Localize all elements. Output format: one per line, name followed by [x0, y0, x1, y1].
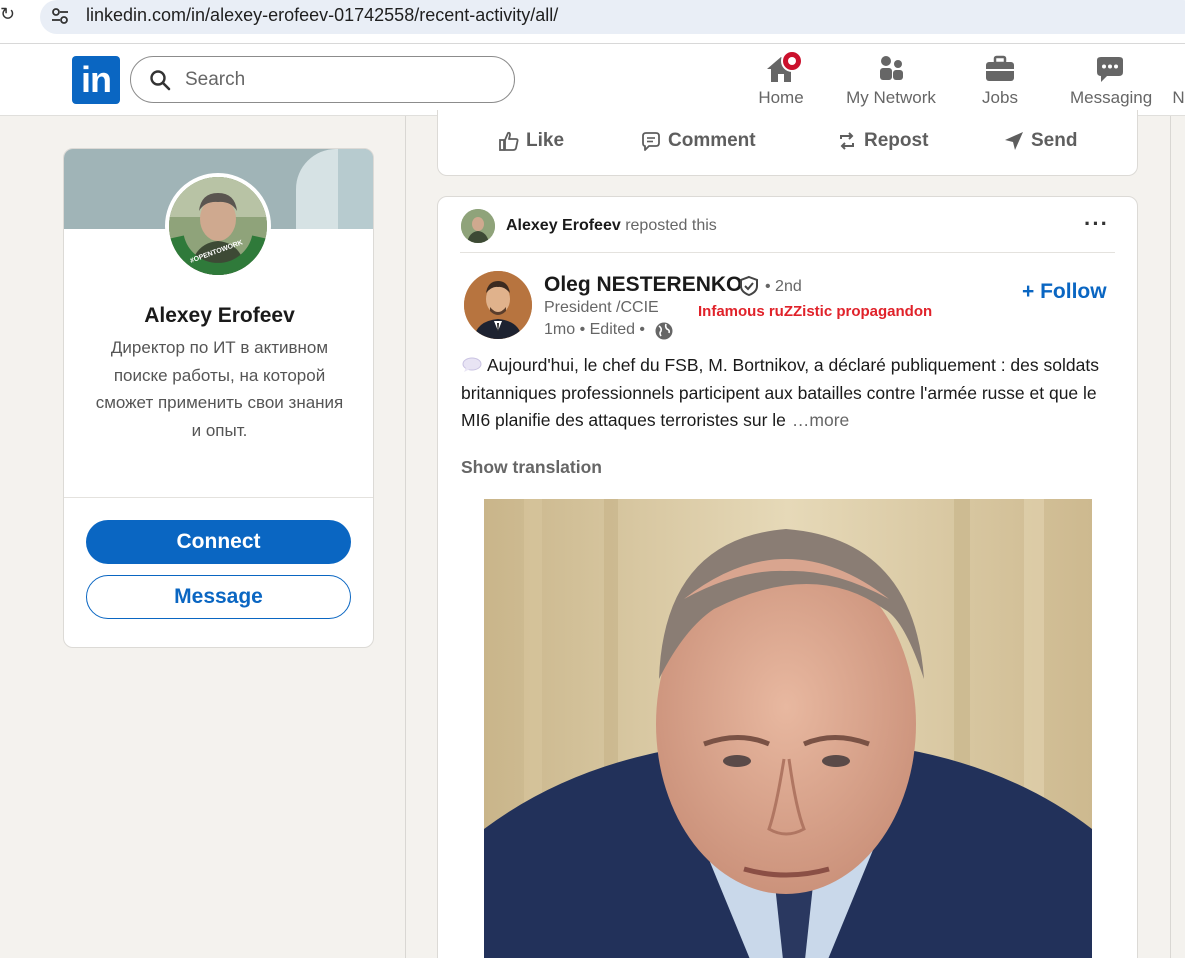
like-button[interactable]: Like: [498, 130, 564, 152]
globe-icon: [655, 322, 673, 340]
column-divider: [1170, 116, 1171, 958]
post-photo: [484, 499, 1092, 958]
search-input[interactable]: [185, 67, 485, 93]
post-image[interactable]: [484, 499, 1092, 958]
comment-icon: [642, 132, 660, 151]
nav-messaging-label: Messaging: [1070, 88, 1153, 107]
notification-badge: [781, 50, 803, 72]
nav-notifications[interactable]: N: [1172, 52, 1185, 112]
show-translation-link[interactable]: Show translation: [461, 457, 602, 478]
like-label: Like: [526, 130, 565, 151]
column-divider: [405, 116, 406, 958]
follow-button[interactable]: + Follow: [1022, 280, 1107, 304]
like-icon: [499, 131, 519, 151]
send-icon: [1005, 132, 1023, 150]
author-name[interactable]: Oleg NESTERENKO: [544, 273, 742, 297]
verified-icon: [740, 275, 758, 297]
divider: [460, 252, 1115, 253]
nav-my-network[interactable]: My Network: [844, 52, 938, 112]
reposter-avatar[interactable]: [461, 209, 495, 243]
search-icon: [150, 70, 171, 91]
nav-home[interactable]: Home: [755, 50, 807, 112]
reload-icon[interactable]: ↻: [0, 4, 15, 25]
nav-jobs-label: Jobs: [982, 88, 1018, 107]
message-button[interactable]: Message: [86, 575, 351, 619]
linkedin-logo[interactable]: in: [72, 56, 120, 104]
avatar-image: #OPENTOWORK: [169, 177, 267, 275]
nav-home-label: Home: [758, 88, 804, 107]
divider: [64, 497, 373, 498]
comment-label: Comment: [668, 130, 756, 151]
browser-url-bar: ↻ linkedin.com/in/alexey-erofeev-0174255…: [0, 0, 1185, 44]
search-box[interactable]: [130, 56, 515, 103]
notifications-icon: [1172, 52, 1185, 86]
linkedin-header: in Home My Network Jobs: [0, 44, 1185, 116]
url-text[interactable]: linkedin.com/in/alexey-erofeev-01742558/…: [86, 5, 558, 26]
nav-my-network-label: My Network: [846, 88, 936, 107]
profile-avatar[interactable]: #OPENTOWORK: [165, 173, 271, 279]
repost-label: Repost: [864, 130, 929, 151]
post-body: Aujourd'hui, le chef du FSB, M. Bortniko…: [461, 352, 1101, 435]
post-card: Alexey Erofeev reposted this ··· Oleg NE…: [437, 196, 1138, 958]
post-meta: 1mo • Edited •: [544, 321, 646, 338]
author-avatar[interactable]: [464, 271, 532, 339]
send-label: Send: [1031, 130, 1078, 151]
profile-name[interactable]: Alexey Erofeev: [64, 304, 373, 328]
briefcase-icon: [986, 55, 1014, 81]
connect-button[interactable]: Connect: [86, 520, 351, 564]
more-options-icon[interactable]: ···: [1084, 211, 1109, 237]
network-icon: [880, 56, 903, 80]
connection-degree: • 2nd: [765, 278, 802, 295]
speech-bubble-icon: [462, 357, 482, 372]
nav-messaging[interactable]: Messaging: [1070, 52, 1153, 112]
profile-card: #OPENTOWORK Alexey Erofeev Директор по И…: [63, 148, 374, 648]
post-action-bar: Like Comment Repost Send: [437, 110, 1138, 176]
site-settings-icon[interactable]: [50, 6, 70, 26]
nav-jobs[interactable]: Jobs: [980, 52, 1020, 112]
post-text: Aujourd'hui, le chef du FSB, M. Bortniko…: [461, 355, 1099, 430]
repost-header: Alexey Erofeev reposted this: [506, 217, 717, 235]
reposter-name[interactable]: Alexey Erofeev: [506, 217, 621, 234]
comment-button[interactable]: Comment: [640, 130, 756, 152]
red-annotation: Infamous ruZZistic propagandon: [698, 303, 933, 320]
send-button[interactable]: Send: [1003, 130, 1077, 152]
repost-button[interactable]: Repost: [836, 130, 928, 152]
nav-notifications-label: N: [1172, 88, 1185, 107]
reposted-text: reposted this: [625, 217, 717, 234]
author-title: President /CCIE: [544, 299, 659, 316]
messaging-icon: [1097, 57, 1123, 82]
repost-icon: [840, 132, 854, 150]
profile-headline: Директор по ИТ в активном поиске работы,…: [95, 338, 344, 440]
see-more-link[interactable]: …more: [792, 410, 849, 430]
